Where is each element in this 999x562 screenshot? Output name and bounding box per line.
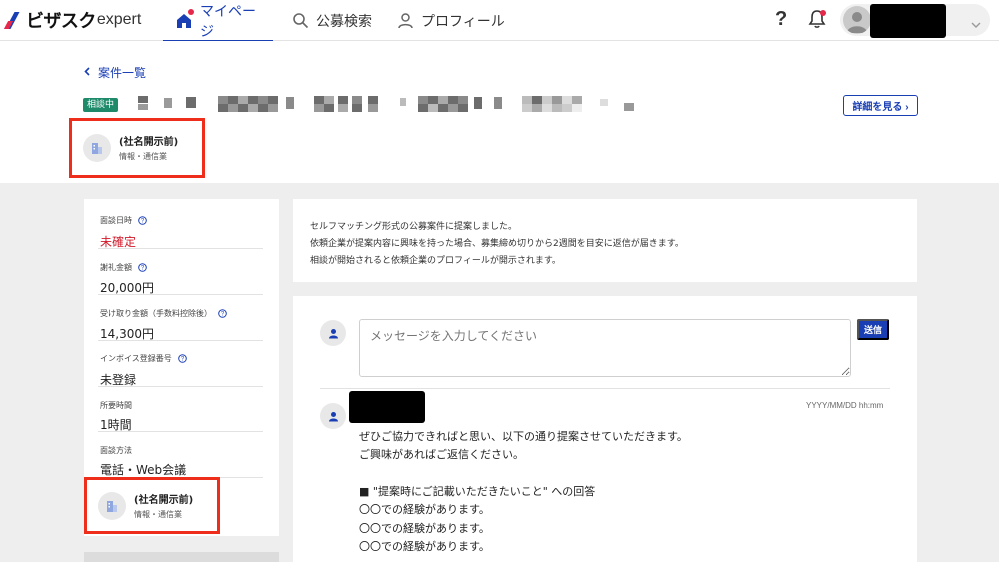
message-line: 〇〇での経験があります。: [359, 540, 490, 553]
message-line: ご興味があればご返信ください。: [359, 448, 524, 461]
logo-text-ja: ビザスク: [26, 11, 96, 32]
nav-mypage-label: マイページ: [200, 3, 256, 40]
sender-avatar: [320, 403, 346, 429]
message-line: 〇〇での経験があります。: [359, 503, 490, 516]
field-label-duration: 所要時間: [100, 400, 132, 411]
field-label-interview-date: 面談日時 ?: [100, 215, 147, 226]
highlight-box-header: [69, 118, 205, 178]
logo-text-en: expert: [96, 11, 142, 28]
notification-badge: [820, 10, 826, 16]
field-divider: [98, 386, 263, 387]
back-link-label: 案件一覧: [98, 66, 147, 80]
chevron-left-icon: [84, 66, 90, 79]
field-divider: [98, 340, 263, 341]
highlight-box-sidebar: [84, 477, 220, 534]
field-label-invoice-number: インボイス登録番号 ?: [100, 353, 187, 364]
sidebar-lower-card: [84, 552, 279, 562]
field-label-text: 所要時間: [100, 401, 132, 410]
logo-mark-icon: [6, 12, 22, 28]
field-value-method: 電話・Web会議: [100, 463, 187, 477]
message-input[interactable]: [359, 319, 851, 377]
nav-profile[interactable]: プロフィール: [397, 0, 505, 41]
nav-mypage[interactable]: マイページ: [163, 0, 273, 42]
info-line: 相談が開始されると依頼企業のプロフィールが開示されます。: [310, 256, 561, 266]
sender-name-redacted: [349, 391, 425, 423]
help-circle-icon[interactable]: ?: [218, 309, 227, 318]
message-timestamp: YYYY/MM/DD hh:mm: [806, 401, 884, 410]
message-line: 〇〇での経験があります。: [359, 522, 490, 535]
field-label-text: 謝礼金額: [100, 263, 132, 272]
message-divider: [320, 388, 890, 389]
field-label-method: 面談方法: [100, 445, 132, 456]
field-divider: [98, 431, 263, 432]
nav-search[interactable]: 公募検索: [292, 0, 372, 41]
chevron-down-icon[interactable]: [971, 14, 981, 33]
field-label-text: 面談方法: [100, 446, 132, 455]
info-line: セルフマッチング形式の公募案件に提案しました。: [310, 222, 518, 232]
help-circle-icon[interactable]: ?: [177, 354, 187, 363]
composer-avatar: [320, 320, 346, 346]
field-label-text: 受け取り金額（手数料控除後）: [100, 309, 212, 318]
message-line: ぜひご協力できればと思い、以下の通り提案させていただきます。: [359, 430, 688, 443]
field-label-net-amount: 受け取り金額（手数料控除後） ?: [100, 308, 227, 319]
field-label-text: インボイス登録番号: [100, 354, 172, 363]
person-icon: [397, 12, 414, 29]
case-title-pixelated: [138, 96, 634, 112]
message-line: ■ "提案時にご記載いただきたいこと" への回答: [359, 485, 596, 498]
help-circle-icon[interactable]: ?: [138, 263, 147, 272]
help-circle-icon[interactable]: ?: [138, 216, 147, 225]
info-line: 依頼企業が提案内容に興味を持った場合、募集締め切りから2週間を目安に返信が届きま…: [310, 239, 684, 249]
send-button[interactable]: 送信: [857, 319, 889, 340]
status-badge: 相談中: [83, 98, 119, 112]
site-logo[interactable]: ビザスク expert: [6, 8, 141, 32]
help-icon[interactable]: ?: [775, 8, 787, 31]
search-icon: [292, 12, 309, 29]
field-label-fee: 謝礼金額 ?: [100, 262, 147, 273]
nav-profile-label: プロフィール: [421, 13, 505, 30]
view-details-button[interactable]: 詳細を見る ›: [843, 95, 918, 116]
nav-search-label: 公募検索: [316, 13, 372, 30]
nav-notification-dot: [188, 9, 194, 15]
field-label-text: 面談日時: [100, 216, 132, 225]
user-name-redacted: [870, 4, 946, 38]
back-to-case-list-link[interactable]: 案件一覧: [84, 64, 146, 81]
field-divider: [98, 294, 263, 295]
user-avatar[interactable]: [843, 6, 871, 34]
field-divider: [98, 248, 263, 249]
